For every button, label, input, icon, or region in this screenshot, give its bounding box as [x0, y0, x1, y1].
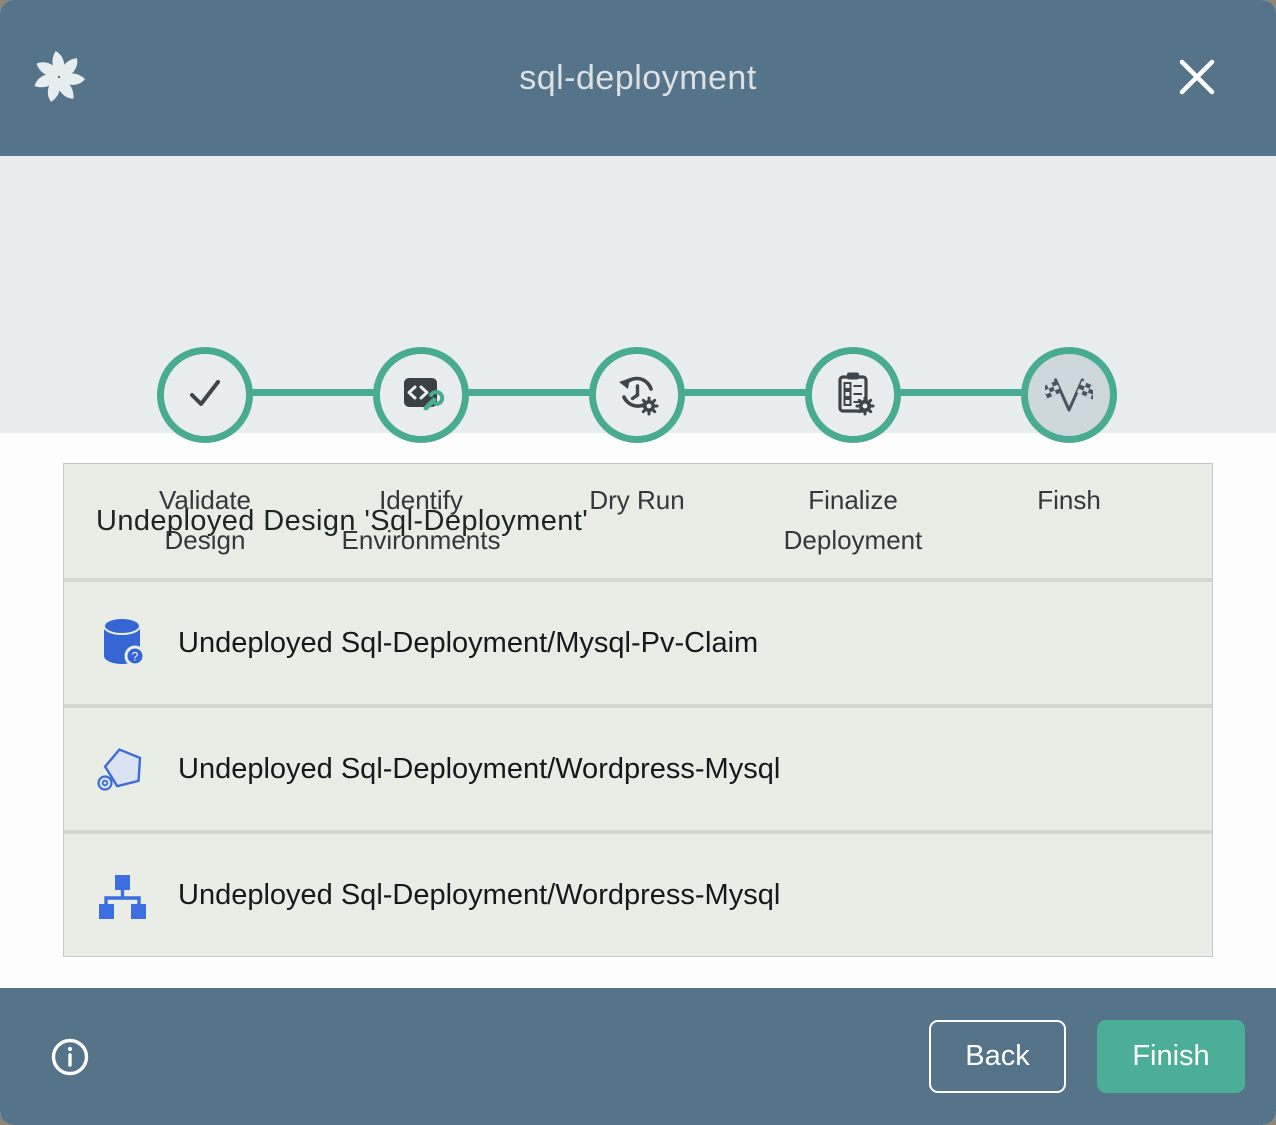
step-finish: Finsh [979, 347, 1159, 520]
list-item-text: Undeployed Sql-Deployment/Wordpress-Mysq… [178, 753, 780, 786]
close-icon[interactable] [1176, 56, 1218, 98]
list-item-text: Undeployed Sql-Deployment/Wordpress-Mysq… [178, 879, 780, 912]
step-label: Finsh [1037, 480, 1101, 520]
step-dry-run: Dry Run [547, 347, 727, 520]
list-item-text: Undeployed Sql-Deployment/Mysql-Pv-Claim [178, 627, 758, 660]
info-icon[interactable] [50, 1037, 90, 1077]
sync-gear-icon [613, 369, 661, 422]
database-icon: ? [96, 615, 148, 671]
gear [641, 398, 657, 414]
pentagon-icon [96, 741, 148, 797]
deployment-wizard-dialog: sql-deployment Validate Design [0, 0, 1276, 1125]
tree-icon [96, 867, 148, 923]
dialog-title: sql-deployment [519, 59, 757, 98]
code-tools-icon [397, 369, 445, 422]
meshery-logo [32, 50, 86, 104]
step-label: Validate Design [115, 480, 295, 560]
step-finalize-deployment: Finalize Deployment [763, 347, 943, 560]
step-label: Dry Run [589, 480, 684, 520]
svg-text:?: ? [132, 650, 139, 664]
check-icon [181, 369, 229, 422]
dialog-footer: Back Finish [0, 988, 1276, 1125]
wizard-stepper: Validate Design Identify Environments [0, 156, 1276, 433]
finish-button[interactable]: Finish [1097, 1020, 1245, 1093]
step-validate-design: Validate Design [115, 347, 295, 560]
list-item: Undeployed Sql-Deployment/Wordpress-Mysq… [64, 834, 1212, 956]
back-button[interactable]: Back [929, 1020, 1066, 1093]
gear [857, 398, 873, 414]
dialog-header: sql-deployment [0, 0, 1276, 156]
list-item: Undeployed Sql-Deployment/Wordpress-Mysq… [64, 708, 1212, 830]
step-label: Finalize Deployment [763, 480, 943, 560]
list-item: ? Undeployed Sql-Deployment/Mysql-Pv-Cla… [64, 582, 1212, 704]
step-label: Identify Environments [331, 480, 511, 560]
checkered-flags-icon [1045, 369, 1093, 422]
step-identify-environments: Identify Environments [331, 347, 511, 560]
clipboard-gear-icon [829, 369, 877, 422]
